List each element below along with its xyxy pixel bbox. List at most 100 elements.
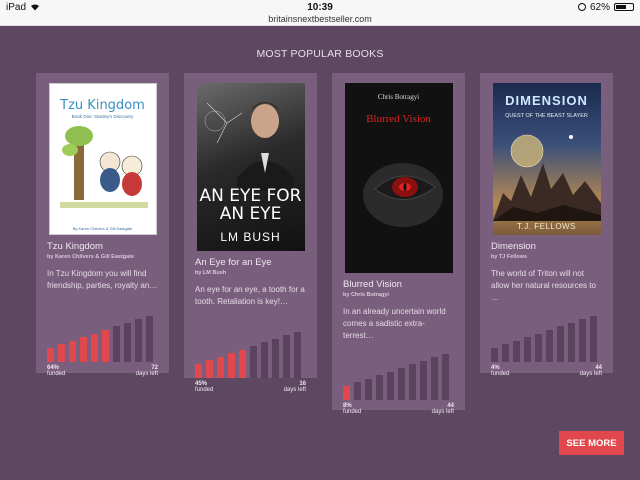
funding-bar [409,364,416,400]
funding-bar [239,349,246,378]
funding-bar [47,348,54,362]
book-card[interactable]: AN EYE FOR AN EYE LM BUSH An Eye for an … [184,73,317,393]
cover-credit: By Karen Chilvers & Gill Eastgate [72,226,133,231]
funding-bar [502,344,509,362]
funding-bar [513,340,520,362]
funding-bar [365,378,372,400]
url-bar[interactable]: britainsnextbestseller.com [0,14,640,26]
funding-bar [283,335,290,378]
funding-bar [91,333,98,362]
funding-bar [442,353,449,400]
status-bar: iPad 10:39 62% [0,0,640,14]
funding-bar [102,330,109,362]
cover-illustration [59,126,148,208]
funding-bar-chart [47,314,158,362]
alarm-icon [577,3,586,11]
funding-bar-chart [195,330,306,378]
funding-bar [387,371,394,400]
section-title: MOST POPULAR BOOKS [256,48,384,60]
cover-title: DIMENSION [505,93,588,108]
funding-bar [535,333,542,362]
days-left-label: days left [431,409,454,415]
funding-bar [354,382,361,400]
funding-bar [80,337,87,362]
cover-title: Tzu Kingdom [60,98,145,113]
funding-bar [343,386,350,400]
book-card[interactable]: DIMENSION QUEST OF THE BEAST SLAYER T.J.… [480,73,613,377]
funding-bar [113,326,120,362]
book-cover[interactable]: Tzu Kingdom Book One: Stanley's Discover… [48,83,157,235]
battery-percent: 62% [589,1,610,13]
book-description: The world of Triton will not allow her n… [491,269,596,302]
funding-bar [546,330,553,362]
book-title[interactable]: Dimension [491,241,602,252]
book-description: An eye for an eye, a tooth for a tooth. … [195,285,305,306]
battery-icon [614,3,634,11]
funding-bar [228,353,235,378]
cover-illustration [362,163,443,227]
funding-stats: 64% funded 72 days left [47,365,158,377]
days-left-label: days left [283,387,306,393]
funding-bar [431,357,438,400]
funding-bar [524,337,531,362]
funding-bar [217,356,224,378]
funding-bar [420,360,427,400]
funded-label: funded [343,409,362,415]
funding-stats: 45% funded 16 days left [195,381,306,393]
funding-bar [58,344,65,362]
device-label: iPad [6,1,27,13]
funding-bar [261,342,268,378]
days-left-label: days left [579,371,602,377]
funding-bar [376,375,383,400]
cover-title: Blurred Vision [366,113,431,125]
funding-bar [398,368,405,400]
book-title[interactable]: Blurred Vision [343,279,454,290]
funding-bar [146,315,153,362]
funding-bar [491,348,498,362]
book-card[interactable]: Tzu Kingdom Book One: Stanley's Discover… [36,73,169,377]
book-description: In Tzu Kingdom you will find friendship,… [47,269,158,290]
funding-bar [590,315,597,362]
cover-illustration [204,102,293,191]
funding-stats: 4% funded 44 days left [491,365,602,377]
book-title[interactable]: Tzu Kingdom [47,241,158,252]
funded-label: funded [195,387,214,393]
funding-bar [206,360,213,378]
book-author: by LM Bush [195,270,227,276]
book-title[interactable]: An Eye for an Eye [195,257,306,268]
funding-bar-chart [343,352,454,400]
funded-label: funded [47,371,66,377]
cover-subtitle: QUEST OF THE BEAST SLAYER [505,113,588,119]
cover-title: AN EYE FOR AN EYE [199,186,302,224]
cover-author: Chris Botragyi [377,93,420,101]
funding-bar [579,319,586,362]
funding-bar [69,340,76,362]
funding-bar [557,326,564,362]
cover-author: T.J. FELLOWS [517,222,576,231]
status-time: 10:39 [307,1,333,13]
funding-stats: 8% funded 44 days left [343,403,454,415]
book-author: by Chris Botragyi [343,292,389,298]
book-cover[interactable]: AN EYE FOR AN EYE LM BUSH [196,83,305,251]
book-card[interactable]: Chris Botragyi Blurred Vision Blurred Vi… [332,73,465,415]
book-author: by Karen Chilvers & Gill Eastgate [47,254,135,260]
funding-bar [124,322,131,362]
days-left-label: days left [135,371,158,377]
see-more-button[interactable]: SEE MORE [559,431,624,455]
funding-bar [272,338,279,378]
funding-bar [250,346,257,378]
book-author: by TJ Fellows [491,254,528,260]
book-cover[interactable]: DIMENSION QUEST OF THE BEAST SLAYER T.J.… [492,83,601,235]
funding-bar [294,331,301,378]
cover-subtitle: Book One: Stanley's Discovery [71,114,134,119]
funding-bar-chart [491,314,602,362]
funded-label: funded [491,371,510,377]
funding-bar [568,322,575,362]
wifi-icon [31,4,40,11]
funding-bar [195,364,202,378]
book-cover[interactable]: Chris Botragyi Blurred Vision [344,83,453,273]
cover-author: LM BUSH [220,230,281,244]
funding-bar [135,319,142,362]
cover-illustration [492,134,601,221]
book-description: In an already uncertain world comes a sa… [343,307,446,340]
